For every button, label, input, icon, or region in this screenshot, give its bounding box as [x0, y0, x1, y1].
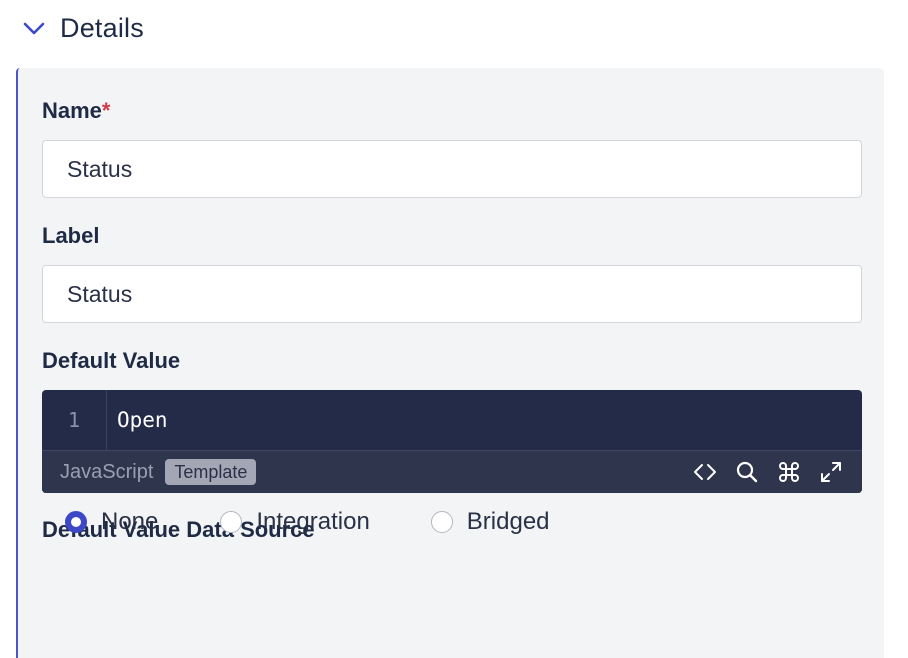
- code-line[interactable]: Open: [107, 390, 862, 450]
- radio-label-integration: Integration: [256, 508, 370, 535]
- radio-option-none[interactable]: None: [65, 508, 158, 536]
- radio-button-unchecked[interactable]: [220, 511, 243, 533]
- label-input[interactable]: [42, 265, 862, 323]
- line-number: 1: [42, 390, 107, 450]
- chevron-down-icon: [20, 14, 48, 42]
- required-marker: *: [101, 98, 111, 123]
- radio-option-integration[interactable]: Integration: [220, 508, 370, 536]
- editor-footer: JavaScript Template: [42, 450, 862, 493]
- editor-toolbar: [692, 459, 844, 485]
- name-label-text: Name: [42, 98, 102, 123]
- language-label: JavaScript: [60, 460, 154, 483]
- name-input[interactable]: [42, 140, 862, 198]
- template-badge: Template: [165, 459, 257, 485]
- details-panel: Name* Label Default Value 1 Open JavaScr…: [16, 68, 884, 658]
- command-icon[interactable]: [776, 459, 802, 485]
- name-field-label: Name*: [42, 98, 110, 124]
- label-field-label: Label: [42, 223, 100, 248]
- radio-label-none: None: [101, 508, 159, 535]
- editor-body: 1 Open: [42, 390, 862, 450]
- details-section-toggle[interactable]: Details: [20, 8, 144, 48]
- default-value-code-editor[interactable]: 1 Open JavaScript Template: [42, 390, 862, 493]
- default-value-label: Default Value: [42, 348, 181, 373]
- radio-option-bridged[interactable]: Bridged: [430, 508, 550, 536]
- data-source-radio-group: None Integration Bridged: [48, 504, 550, 540]
- search-icon[interactable]: [734, 459, 760, 485]
- radio-button-unchecked[interactable]: [430, 511, 453, 533]
- expand-icon[interactable]: [818, 459, 844, 485]
- radio-label-bridged: Bridged: [466, 508, 550, 535]
- section-title: Details: [60, 12, 144, 43]
- code-brackets-icon[interactable]: [692, 459, 718, 485]
- radio-button-checked[interactable]: [65, 511, 87, 533]
